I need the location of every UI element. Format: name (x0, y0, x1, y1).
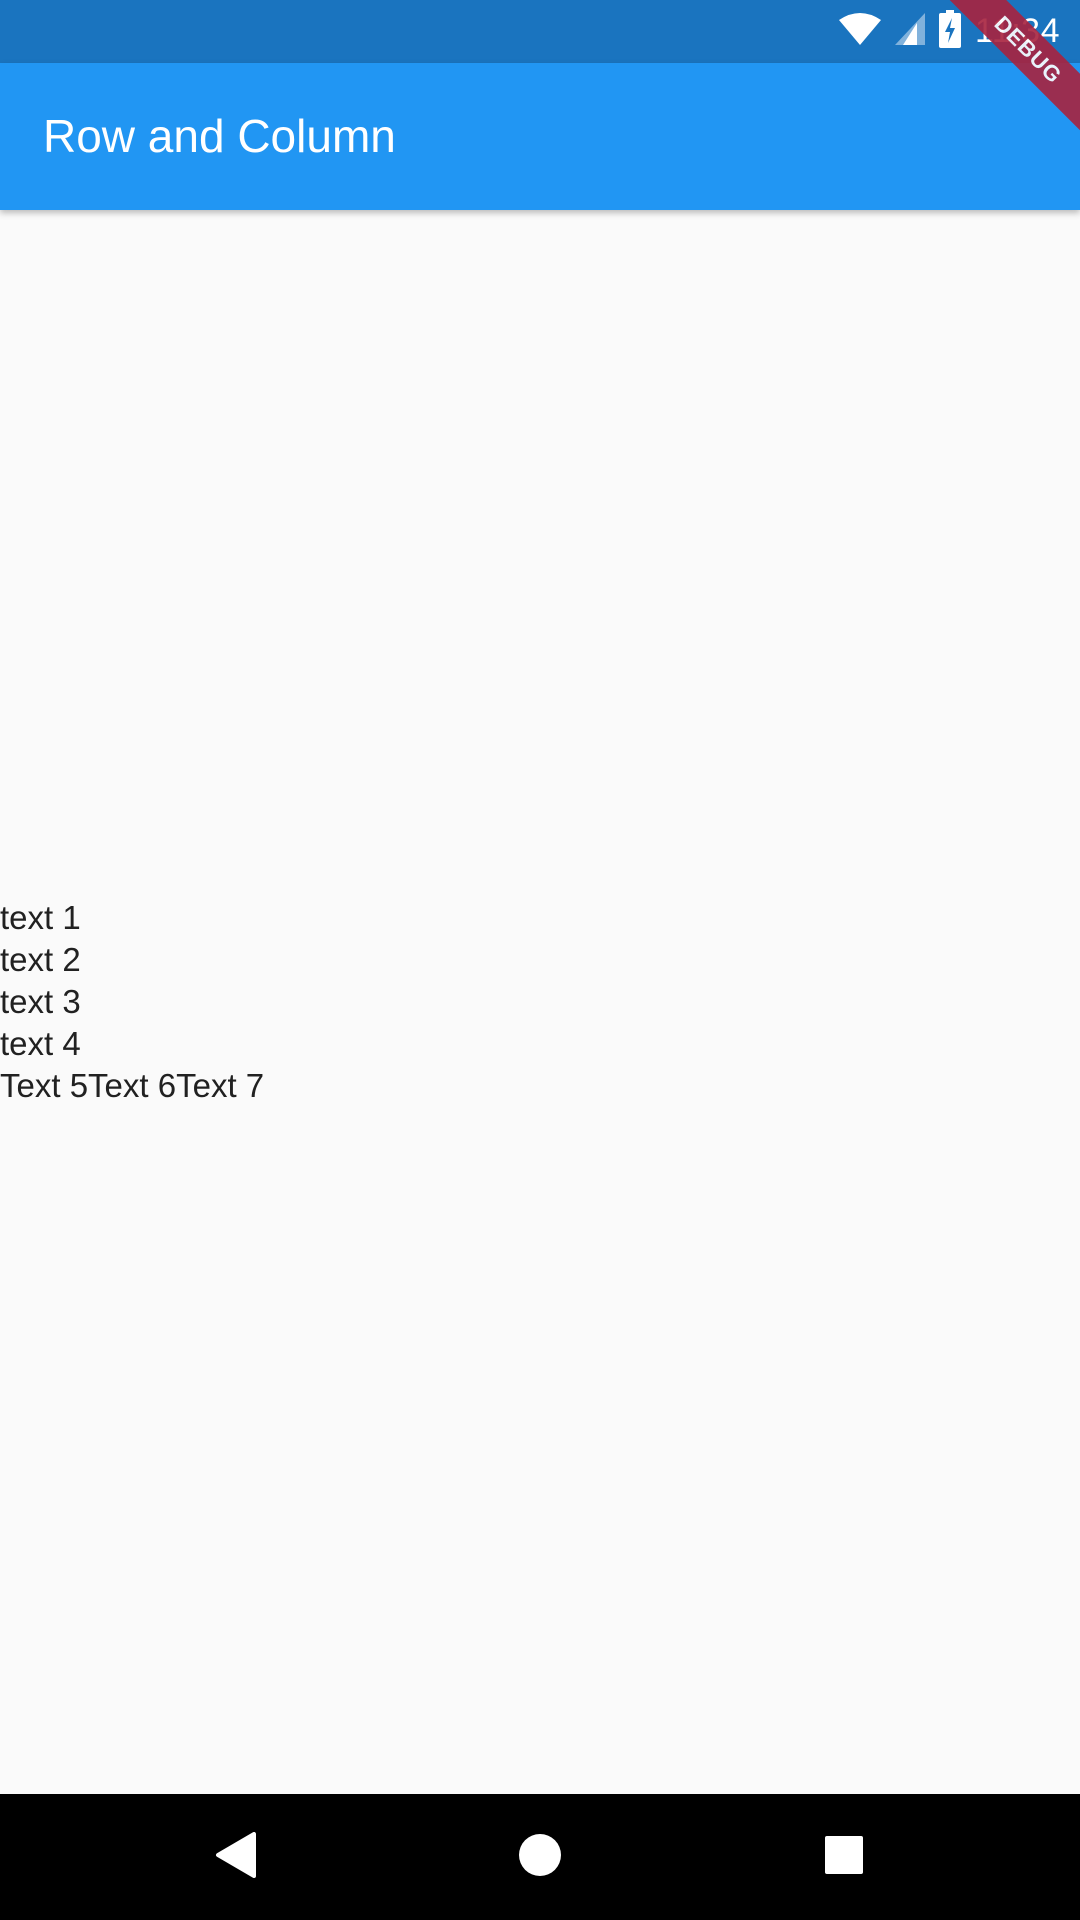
body-content: text 1 text 2 text 3 text 4 Text 5 Text … (0, 210, 1080, 1794)
column-text-3: text 3 (0, 983, 81, 1020)
recents-button[interactable] (764, 1794, 924, 1920)
wifi-icon (838, 12, 881, 51)
row-text-7: Text 7 (176, 1067, 265, 1104)
column-text-2: text 2 (0, 941, 81, 978)
app-bar: Row and Column (0, 63, 1080, 210)
screen: 11:34 Row and Column DEBUG text 1 text 2… (0, 0, 1080, 1920)
column-text-4: text 4 (0, 1025, 81, 1062)
column-text-1: text 1 (0, 899, 81, 936)
cellular-signal-icon (894, 13, 925, 50)
back-icon (214, 1831, 258, 1883)
back-button[interactable] (156, 1794, 316, 1920)
app-title: Row and Column (43, 110, 396, 162)
navigation-bar (0, 1794, 1080, 1920)
home-button[interactable] (460, 1794, 620, 1920)
status-bar: 11:34 (0, 0, 1080, 63)
row-text-5: Text 5 (0, 1067, 89, 1104)
recents-icon (824, 1835, 864, 1880)
home-icon (518, 1833, 562, 1882)
text-column: text 1 text 2 text 3 text 4 Text 5 Text … (0, 897, 1080, 1107)
text-row: Text 5 Text 6 Text 7 (0, 1065, 1080, 1107)
row-text-6: Text 6 (88, 1067, 177, 1104)
battery-charging-icon (938, 10, 961, 53)
